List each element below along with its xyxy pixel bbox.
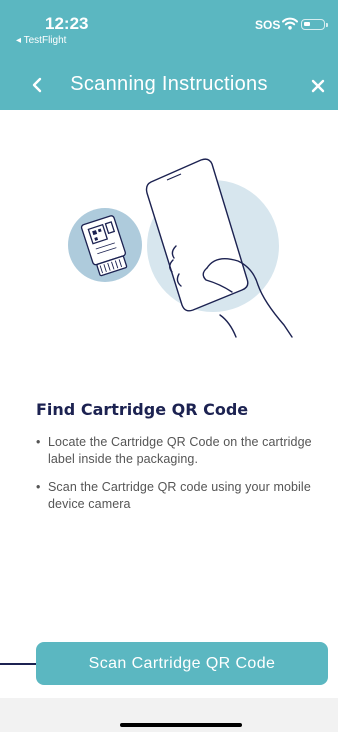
status-sos: SOS	[255, 18, 281, 32]
instruction-item: Locate the Cartridge QR Code on the cart…	[36, 434, 316, 468]
page-title: Scanning Instructions	[70, 73, 268, 95]
instruction-title: Find Cartridge QR Code	[36, 400, 249, 419]
home-indicator[interactable]	[120, 723, 242, 727]
close-icon[interactable]	[307, 75, 329, 97]
divider-line	[0, 663, 36, 665]
wifi-icon	[282, 17, 298, 30]
status-time: 12:23	[45, 14, 89, 33]
back-to-testflight-link[interactable]: ◂ TestFlight	[16, 35, 66, 46]
scan-cartridge-qr-button[interactable]: Scan Cartridge QR Code	[36, 642, 328, 685]
battery-icon	[301, 19, 328, 30]
instruction-list: Locate the Cartridge QR Code on the cart…	[36, 434, 316, 524]
app-header: 12:23 ◂ TestFlight SOS Scanning Instruct…	[0, 0, 338, 110]
instruction-item: Scan the Cartridge QR code using your mo…	[36, 479, 316, 513]
phone-scanning-cartridge-illustration	[68, 158, 293, 338]
phone-icon	[145, 158, 249, 312]
